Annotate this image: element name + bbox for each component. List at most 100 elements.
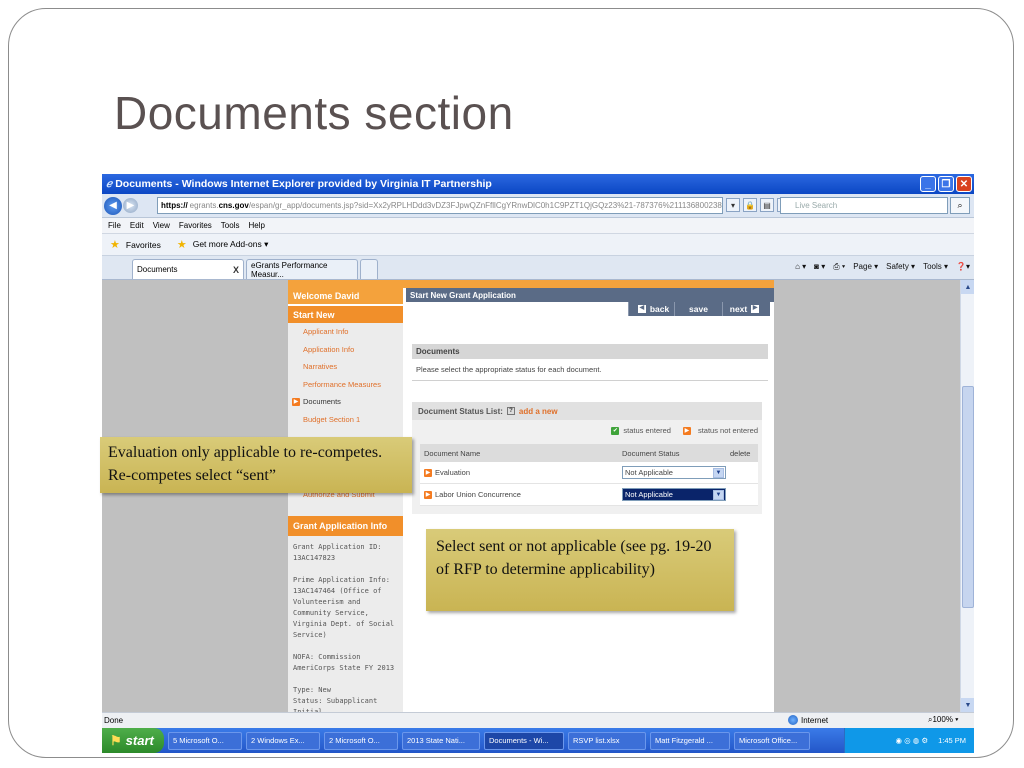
lock-icon[interactable]: 🔒	[743, 198, 757, 212]
close-icon[interactable]: ✕	[956, 176, 972, 192]
help-icon[interactable]: ?	[506, 407, 515, 415]
search-input[interactable]: Live Search	[780, 197, 948, 214]
page-top-bar	[288, 280, 774, 288]
search-icon[interactable]: ⌕	[950, 197, 970, 214]
help-icon[interactable]: ❓▾	[956, 262, 970, 272]
document-status-list: Document Status List: ? add a new ✔ stat…	[412, 402, 762, 514]
grant-info-title: Grant Application Info	[288, 516, 403, 536]
sidebar-item-budget-section-1[interactable]: Budget Section 1	[288, 411, 403, 429]
safety-menu[interactable]: Safety ▾	[886, 262, 915, 272]
save-button[interactable]: save	[674, 302, 722, 316]
document-name: Evaluation	[435, 468, 471, 477]
tab-label: Documents	[137, 265, 178, 274]
taskbar-item[interactable]: 2 Windows Ex...	[246, 731, 320, 750]
minimize-icon[interactable]: _	[920, 176, 936, 192]
scroll-thumb[interactable]	[962, 386, 974, 608]
menu-bar: File Edit View Favorites Tools Help	[102, 218, 974, 234]
main-content: Start New Grant Application ◀ back save n…	[406, 288, 774, 712]
taskbar-item[interactable]: RSVP list.xlsx	[568, 731, 646, 750]
documents-panel: Documents Please select the appropriate …	[412, 344, 768, 381]
tab-documents[interactable]: Documents X	[132, 259, 244, 279]
menu-edit[interactable]: Edit	[130, 221, 144, 230]
egrants-page: Welcome David Start New Applicant Info A…	[288, 280, 774, 712]
scroll-up-icon[interactable]: ▲	[961, 280, 974, 294]
get-addons-button[interactable]: Get more Add-ons ▾	[193, 239, 269, 250]
new-tab-button[interactable]	[360, 259, 378, 279]
chevron-down-icon: ▼	[713, 490, 724, 500]
window-controls: _ ❐ ✕	[920, 176, 972, 192]
taskbar-item[interactable]: 2013 State Nati...	[402, 731, 480, 750]
status-not-entered-icon: ▶	[424, 490, 432, 499]
status-list-header: Document Status List: ? add a new	[412, 402, 762, 420]
tab-label: eGrants Performance Measur...	[251, 260, 328, 279]
menu-tools[interactable]: Tools	[221, 221, 240, 230]
status-entered-icon: ✔	[611, 426, 620, 435]
windows-flag-icon: ⚑	[110, 732, 122, 748]
taskbar: ⚑ start 5 Microsoft O... 2 Windows Ex...…	[102, 728, 974, 753]
sidebar-section-start-new: Start New	[288, 306, 403, 323]
documents-instructions: Please select the appropriate status for…	[412, 359, 768, 381]
back-icon[interactable]: ◀	[104, 196, 122, 215]
tools-menu[interactable]: Tools ▾	[923, 262, 948, 272]
taskbar-item[interactable]: 2 Microsoft O...	[324, 731, 398, 750]
labor-union-status-select[interactable]: Not Applicable ▼	[622, 488, 726, 501]
page-menu[interactable]: Page ▾	[853, 262, 878, 272]
start-button[interactable]: ⚑ start	[102, 728, 164, 753]
documents-title: Documents	[412, 344, 768, 359]
globe-icon	[788, 715, 798, 725]
add-favorite-icon[interactable]: ★	[177, 238, 187, 251]
favorites-button[interactable]: Favorites	[126, 240, 161, 250]
vertical-scrollbar[interactable]: ▲ ▼	[960, 280, 974, 712]
forward-icon[interactable]: ▶	[123, 198, 138, 213]
window-title: Documents - Windows Internet Explorer pr…	[115, 178, 492, 190]
favorites-star-icon[interactable]: ★	[110, 238, 120, 251]
home-icon[interactable]: ⌂ ▾	[795, 262, 806, 272]
tab-egrants-performance[interactable]: eGrants Performance Measur...	[246, 259, 358, 279]
status-not-entered-icon: ▶	[424, 468, 432, 477]
favorites-bar: ★ Favorites ★ Get more Add-ons ▾	[102, 234, 974, 256]
content-header: Start New Grant Application	[406, 288, 774, 302]
window-titlebar: ℯ Documents - Windows Internet Explorer …	[102, 174, 974, 194]
documents-table: Document Name Document Status delete ▶ E…	[420, 444, 758, 506]
back-button[interactable]: ◀ back	[628, 302, 674, 316]
zone-indicator: Internet	[788, 715, 828, 725]
taskbar-item[interactable]: Microsoft Office...	[734, 731, 810, 750]
sidebar-item-narratives[interactable]: Narratives	[288, 358, 403, 376]
menu-view[interactable]: View	[153, 221, 170, 230]
evaluation-status-select[interactable]: Not Applicable ▼	[622, 466, 726, 479]
menu-help[interactable]: Help	[248, 221, 264, 230]
nofa-info: NOFA: Commission AmeriCorps State FY 201…	[293, 653, 395, 672]
close-tab-icon[interactable]: X	[233, 265, 239, 275]
sidebar-item-documents[interactable]: ▶ Documents	[288, 393, 403, 411]
chevron-down-icon: ▼	[713, 468, 724, 478]
zoom-control[interactable]: ⌕100% ▾	[928, 715, 959, 725]
sidebar-item-applicant-info[interactable]: Applicant Info	[288, 323, 403, 341]
dropdown-icon[interactable]: ▾	[726, 198, 740, 212]
status-bar: Done Internet ⌕100% ▾	[102, 712, 974, 728]
taskbar-item[interactable]: Documents - Wi...	[484, 731, 564, 750]
table-row: ▶ Labor Union Concurrence Not Applicable…	[420, 484, 758, 506]
print-icon[interactable]: ⎙ ▾	[833, 262, 845, 272]
taskbar-item[interactable]: 5 Microsoft O...	[168, 731, 242, 750]
callout-select-sent-note: Select sent or not applicable (see pg. 1…	[426, 529, 734, 611]
taskbar-item[interactable]: Matt Fitzgerald ...	[650, 731, 730, 750]
grant-id: Grant Application ID: 13AC147823	[293, 543, 382, 562]
table-header: Document Name Document Status delete	[420, 444, 758, 462]
address-bar[interactable]: https:// egrants. cns.gov/espan/gr_app/do…	[157, 197, 723, 214]
scroll-down-icon[interactable]: ▼	[961, 698, 974, 712]
sidebar-item-application-info[interactable]: Application Info	[288, 341, 403, 359]
document-name: Labor Union Concurrence	[435, 490, 521, 499]
feeds-icon[interactable]: ◙ ▾	[814, 262, 825, 272]
maximize-icon[interactable]: ❐	[938, 176, 954, 192]
menu-file[interactable]: File	[108, 221, 121, 230]
menu-favorites[interactable]: Favorites	[179, 221, 212, 230]
compat-icon[interactable]: ▤	[760, 198, 774, 212]
next-button[interactable]: next ▶	[722, 302, 770, 316]
add-new-link[interactable]: add a new	[519, 407, 558, 416]
type-status: Type: New Status: Subapplicant Initial	[293, 686, 378, 712]
back-arrow-icon: ◀	[637, 305, 646, 313]
tray-icons[interactable]: ◉ ◎ ◍ ⚙	[895, 736, 928, 745]
status-text: Done	[104, 716, 124, 725]
nav-buttons: ◀ back save next ▶	[628, 302, 770, 316]
sidebar-item-performance-measures[interactable]: Performance Measures	[288, 376, 403, 394]
